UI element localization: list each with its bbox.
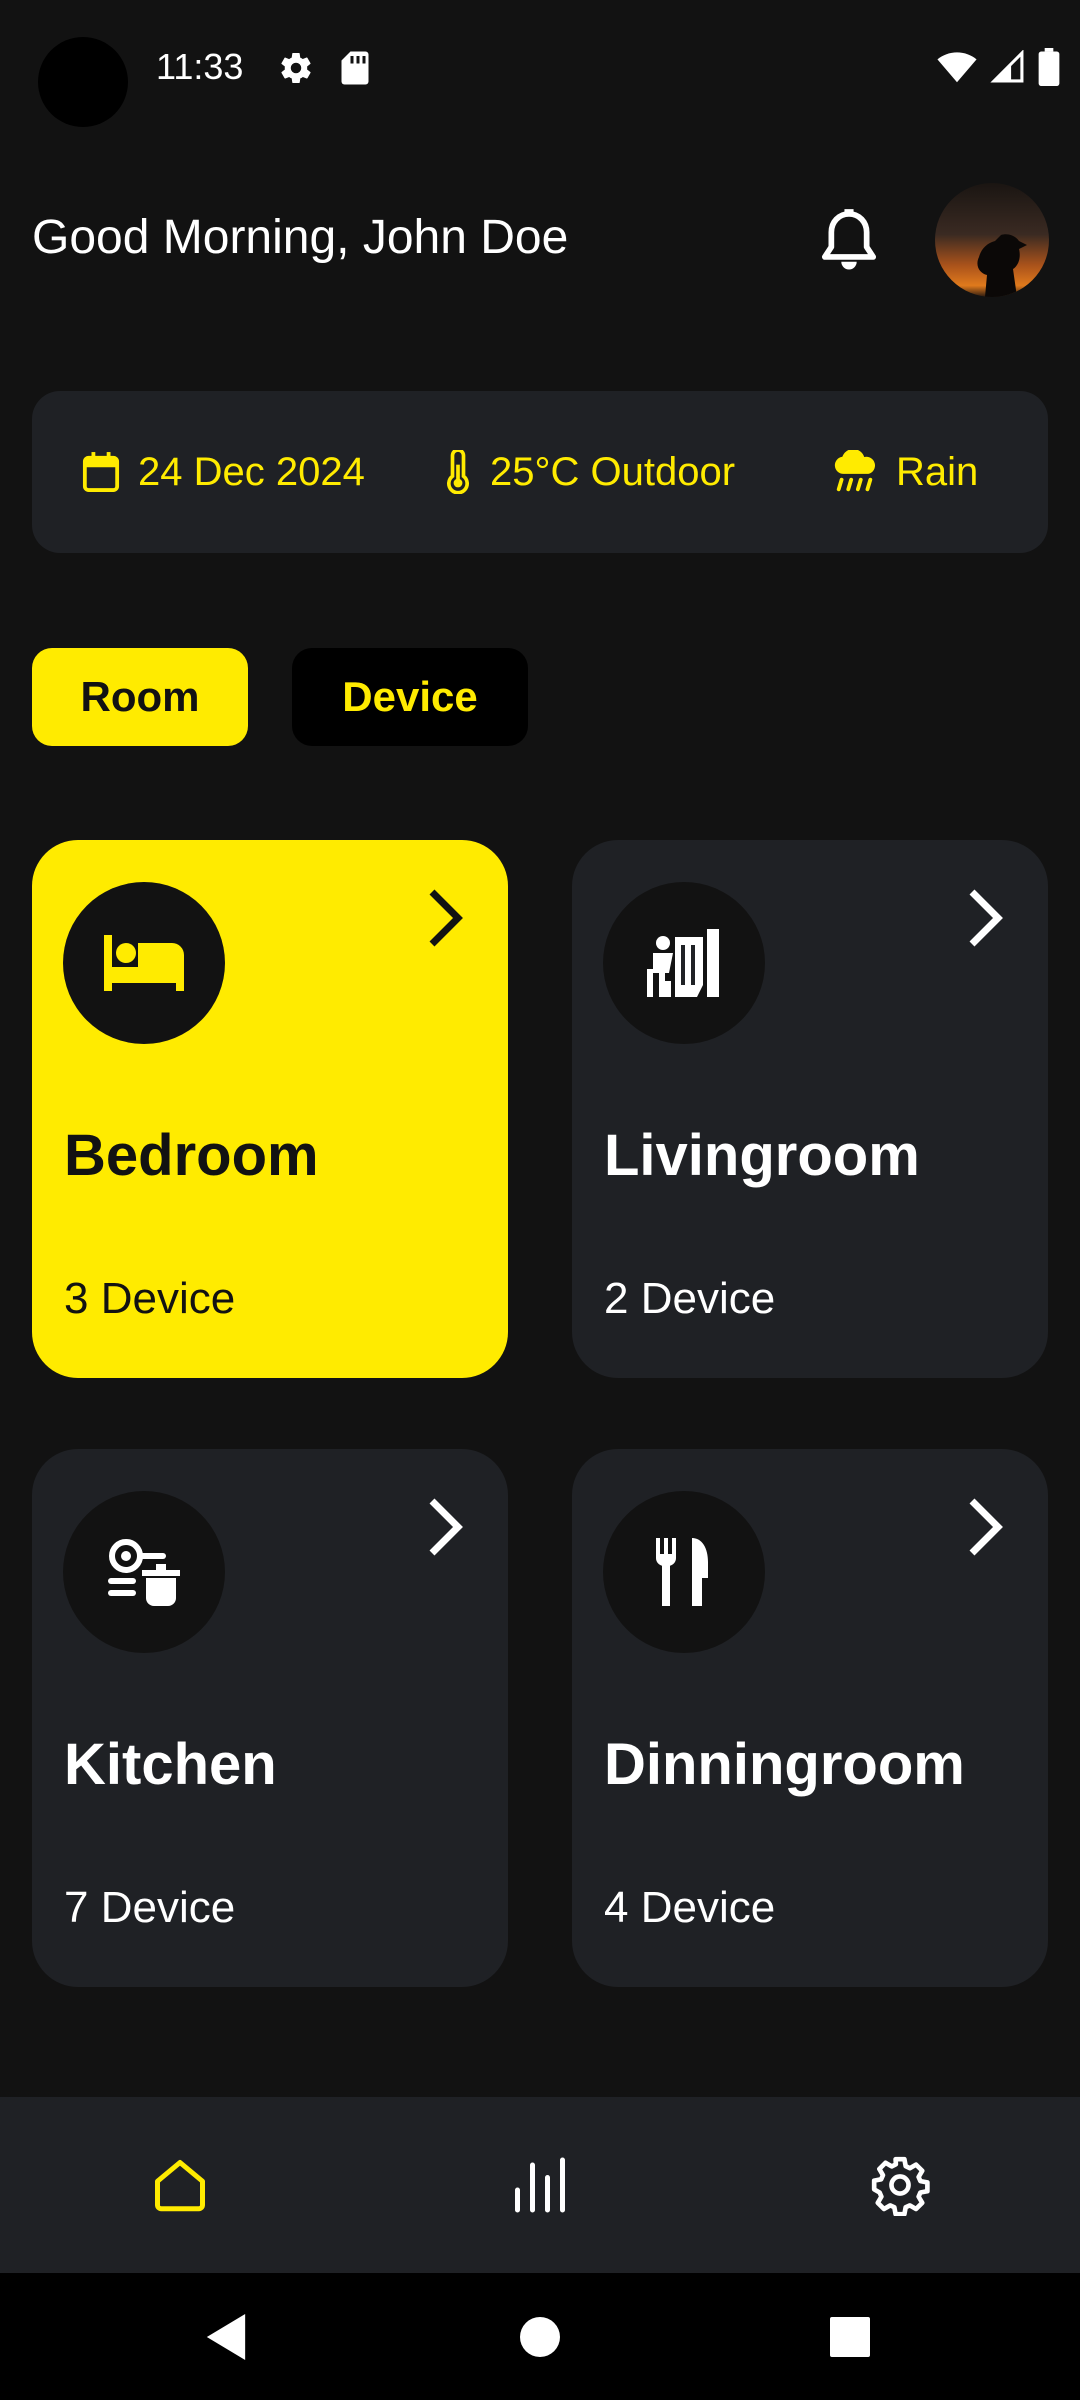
room-icon-circle [603, 1491, 765, 1653]
room-device-count: 7 Device [64, 1883, 236, 1932]
tab-room[interactable]: Room [32, 648, 248, 746]
settings-status-icon [281, 53, 311, 84]
battery-icon [1038, 48, 1060, 86]
thermometer-icon [447, 450, 469, 494]
nav-stats-button[interactable] [440, 2097, 640, 2273]
chevron-right-icon [429, 1498, 463, 1556]
dining-icon [655, 1538, 708, 1606]
info-panel: 24 Dec 2024 25°C Outdoor Rain [32, 391, 1048, 553]
chevron-right-icon [969, 889, 1003, 947]
system-home-button[interactable] [480, 2273, 600, 2400]
settings-icon [871, 2156, 930, 2216]
date-text: 24 Dec 2024 [138, 449, 365, 494]
bed-icon [104, 935, 184, 991]
camera-cutout [38, 37, 128, 127]
room-icon-circle [63, 882, 225, 1044]
kitchen-icon [108, 1539, 180, 1606]
bell-icon [821, 209, 877, 270]
system-navigation-bar [0, 2273, 1080, 2400]
weather-info: Rain [832, 391, 978, 553]
calendar-icon [82, 452, 120, 492]
chevron-right-icon [429, 889, 463, 947]
room-name: Bedroom [64, 1123, 319, 1188]
signal-icon [990, 50, 1024, 83]
living-room-icon [647, 929, 719, 997]
status-time: 11:33 [156, 46, 244, 87]
wifi-icon [937, 52, 977, 83]
date-info: 24 Dec 2024 [82, 391, 365, 553]
home-icon [155, 2160, 205, 2212]
profile-avatar[interactable] [935, 183, 1049, 297]
room-icon-circle [603, 882, 765, 1044]
chevron-right-icon [969, 1498, 1003, 1556]
greeting-text: Good Morning, John Doe [32, 211, 569, 264]
stats-icon [515, 2157, 565, 2213]
room-card-livingroom[interactable]: Livingroom 2 Device [572, 840, 1048, 1378]
system-recents-button[interactable] [790, 2273, 910, 2400]
room-name: Livingroom [604, 1123, 920, 1188]
rain-icon [834, 450, 875, 492]
room-card-dinningroom[interactable]: Dinningroom 4 Device [572, 1449, 1048, 1987]
status-indicators [936, 48, 1060, 86]
room-device-count: 3 Device [64, 1274, 236, 1323]
status-bar: 11:33 [0, 0, 1080, 140]
nav-home-button[interactable] [80, 2097, 280, 2273]
room-icon-circle [63, 1491, 225, 1653]
temperature-info: 25°C Outdoor [444, 391, 735, 553]
room-card-kitchen[interactable]: Kitchen 7 Device [32, 1449, 508, 1987]
room-card-bedroom[interactable]: Bedroom 3 Device [32, 840, 508, 1378]
room-device-count: 4 Device [604, 1883, 776, 1932]
bottom-navigation [0, 2097, 1080, 2273]
nav-settings-button[interactable] [800, 2097, 1000, 2273]
room-name: Dinningroom [604, 1732, 965, 1797]
weather-text: Rain [896, 449, 979, 494]
back-triangle-icon [206, 2313, 246, 2360]
tab-device[interactable]: Device [292, 648, 528, 746]
temperature-text: 25°C Outdoor [490, 449, 736, 494]
notifications-button[interactable] [814, 204, 884, 278]
room-device-count: 2 Device [604, 1274, 776, 1323]
recents-square-icon [830, 2316, 870, 2357]
home-circle-icon [520, 2316, 560, 2357]
system-back-button[interactable] [166, 2273, 286, 2400]
room-name: Kitchen [64, 1732, 277, 1797]
sd-card-icon [341, 51, 369, 85]
